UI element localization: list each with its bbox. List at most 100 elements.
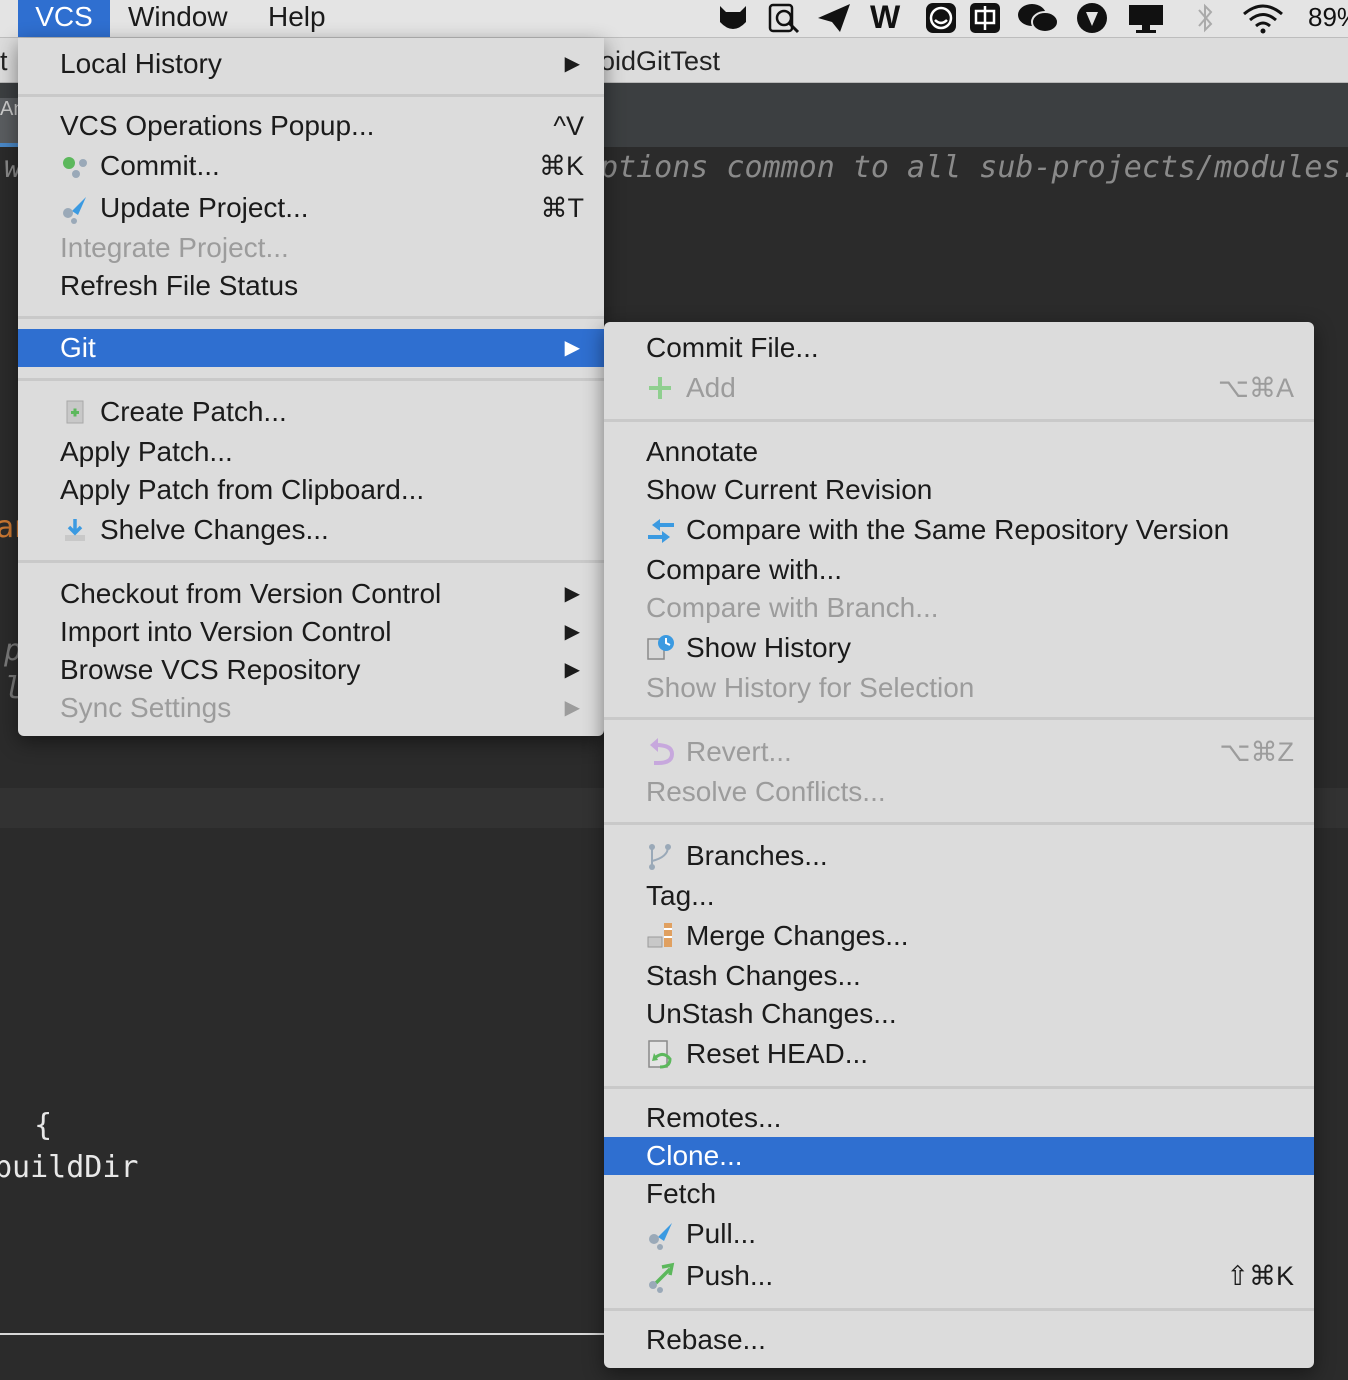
menu-item-reset-head[interactable]: Reset HEAD... <box>604 1035 1314 1073</box>
vcs-menu: Local History ▶ VCS Operations Popup... … <box>18 38 604 736</box>
menu-item-pull[interactable]: Pull... <box>604 1215 1314 1253</box>
grumpy-cat-icon[interactable] <box>716 2 750 34</box>
menu-item-compare-with[interactable]: Compare with... <box>604 551 1314 589</box>
compare-arrows-icon <box>646 511 674 549</box>
menu-separator <box>604 1308 1314 1311</box>
bluetooth-icon[interactable] <box>1192 2 1218 34</box>
menu-separator <box>604 1086 1314 1089</box>
menu-separator <box>18 378 604 381</box>
menu-item-apply-patch[interactable]: Apply Patch... <box>18 433 604 471</box>
menu-item-label: Clone... <box>646 1140 743 1171</box>
wechat-icon[interactable] <box>1016 2 1060 34</box>
code-builddir: buildDir <box>0 1150 139 1185</box>
menu-item-show-history[interactable]: Show History <box>604 629 1314 667</box>
menu-item-label: Fetch <box>646 1178 717 1209</box>
menu-item-fetch[interactable]: Fetch <box>604 1175 1314 1213</box>
menu-item-label: Refresh File Status <box>60 270 299 301</box>
menu-item-show-history-for-selection[interactable]: Show History for Selection <box>604 669 1314 707</box>
word-w-icon[interactable]: W <box>870 1 900 34</box>
menu-item-add[interactable]: Add ⌥⌘A <box>604 369 1314 407</box>
submenu-arrow-icon: ▶ <box>564 337 580 359</box>
menu-item-annotate[interactable]: Annotate <box>604 433 1314 471</box>
menu-item-shelve-changes[interactable]: Shelve Changes... <box>18 511 604 549</box>
menu-item-label: Update Project... <box>100 192 309 223</box>
menubar-vcs[interactable]: VCS <box>18 0 110 37</box>
smiley-icon[interactable] <box>924 2 958 34</box>
shelve-changes-icon <box>60 511 88 549</box>
menu-item-rebase[interactable]: Rebase... <box>604 1321 1314 1359</box>
menu-item-label: Tag... <box>646 880 715 911</box>
plus-icon <box>646 369 674 407</box>
menu-separator <box>604 717 1314 720</box>
menu-item-git[interactable]: Git ▶ <box>18 329 604 367</box>
menu-item-label: Show Current Revision <box>646 474 933 505</box>
menu-item-refresh-file-status[interactable]: Refresh File Status <box>18 267 604 305</box>
menu-item-shortcut: ⌘T <box>540 193 585 223</box>
menu-item-label: Import into Version Control <box>60 616 392 647</box>
menu-item-merge-changes[interactable]: Merge Changes... <box>604 917 1314 955</box>
menu-item-sync-settings[interactable]: Sync Settings ▶ <box>18 689 604 727</box>
submenu-arrow-icon: ▶ <box>564 659 580 681</box>
menu-item-browse-vcs-repository[interactable]: Browse VCS Repository ▶ <box>18 651 604 689</box>
menu-item-branches[interactable]: Branches... <box>604 837 1314 875</box>
menu-item-push[interactable]: Push... ⇧⌘K <box>604 1257 1314 1295</box>
menu-item-commit[interactable]: Commit... ⌘K <box>18 147 604 185</box>
menubar-window[interactable]: Window <box>128 0 228 37</box>
search-document-icon[interactable] <box>766 2 802 34</box>
pull-icon <box>646 1215 674 1253</box>
ide-title-fragment: oidGitTest <box>600 46 721 76</box>
menu-item-label: Integrate Project... <box>60 232 289 263</box>
ide-title-left-fragment: t <box>0 46 8 76</box>
menu-item-label: Shelve Changes... <box>100 514 329 545</box>
menu-item-label: Commit... <box>100 150 220 181</box>
menu-item-label: Compare with... <box>646 554 843 585</box>
menu-item-compare-with-branch[interactable]: Compare with Branch... <box>604 589 1314 627</box>
menu-item-show-current-revision[interactable]: Show Current Revision <box>604 471 1314 509</box>
menu-item-label: Merge Changes... <box>686 920 909 951</box>
menu-item-apply-patch-from-clipboard[interactable]: Apply Patch from Clipboard... <box>18 471 604 509</box>
menu-item-remotes[interactable]: Remotes... <box>604 1099 1314 1137</box>
menu-item-integrate-project[interactable]: Integrate Project... <box>18 229 604 267</box>
code-comment-fragment: ptions common to all sub-projects/module… <box>600 150 1348 185</box>
menu-item-shortcut: ^V <box>553 111 584 141</box>
menu-item-revert[interactable]: Revert... ⌥⌘Z <box>604 733 1314 771</box>
menu-item-local-history[interactable]: Local History ▶ <box>18 45 604 83</box>
wifi-icon[interactable] <box>1240 2 1286 34</box>
menu-item-label: Resolve Conflicts... <box>646 776 886 807</box>
ide-tab-fragment[interactable]: An <box>0 98 18 144</box>
shield-icon[interactable] <box>1074 2 1110 34</box>
menu-item-label: Show History <box>686 632 851 663</box>
menu-item-label: Apply Patch from Clipboard... <box>60 474 425 505</box>
menu-item-vcs-operations-popup[interactable]: VCS Operations Popup... ^V <box>18 107 604 145</box>
menu-item-label: Push... <box>686 1260 774 1291</box>
menu-item-stash-changes[interactable]: Stash Changes... <box>604 957 1314 995</box>
menu-item-label: Reset HEAD... <box>686 1038 869 1069</box>
menu-item-update-project[interactable]: Update Project... ⌘T <box>18 189 604 227</box>
menu-item-unstash-changes[interactable]: UnStash Changes... <box>604 995 1314 1033</box>
menu-item-label: Sync Settings <box>60 692 232 723</box>
submenu-arrow-icon: ▶ <box>564 621 580 643</box>
menu-item-tag[interactable]: Tag... <box>604 877 1314 915</box>
menubar-help[interactable]: Help <box>268 0 326 37</box>
menu-item-create-patch[interactable]: Create Patch... <box>18 393 604 431</box>
menu-item-resolve-conflicts[interactable]: Resolve Conflicts... <box>604 773 1314 811</box>
reset-head-icon <box>646 1035 674 1073</box>
menu-separator <box>18 316 604 319</box>
paper-plane-icon[interactable] <box>816 2 852 34</box>
update-project-icon <box>60 189 88 227</box>
create-patch-icon <box>60 393 88 431</box>
menu-item-import-into-vc[interactable]: Import into Version Control ▶ <box>18 613 604 651</box>
menu-item-label: Compare with the Same Repository Version <box>686 514 1230 545</box>
menu-item-label: Browse VCS Repository <box>60 654 361 685</box>
menu-item-label: UnStash Changes... <box>646 998 897 1029</box>
history-icon <box>646 629 674 667</box>
battery-percentage[interactable]: 89% <box>1308 2 1348 34</box>
display-icon[interactable] <box>1126 2 1166 34</box>
chinese-input-icon[interactable] <box>968 2 1002 34</box>
menu-item-clone[interactable]: Clone... <box>604 1137 1314 1175</box>
menu-item-commit-file[interactable]: Commit File... <box>604 329 1314 367</box>
menu-item-label: Rebase... <box>646 1324 766 1355</box>
menu-item-checkout-from-vc[interactable]: Checkout from Version Control ▶ <box>18 575 604 613</box>
menu-item-compare-same-repo-version[interactable]: Compare with the Same Repository Version <box>604 511 1314 549</box>
menu-item-label: Compare with Branch... <box>646 592 939 623</box>
